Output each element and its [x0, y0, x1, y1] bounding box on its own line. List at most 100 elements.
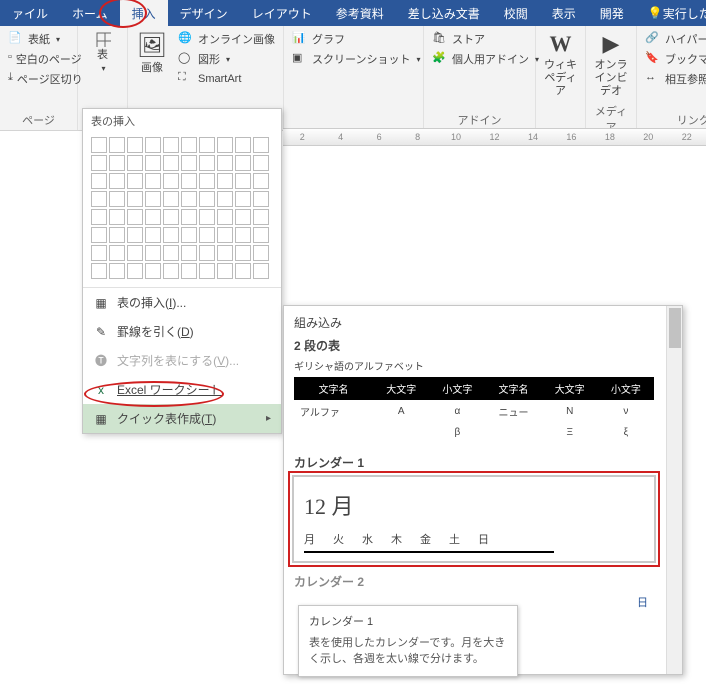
grid-cell[interactable]	[199, 263, 215, 279]
grid-cell[interactable]	[109, 155, 125, 171]
greek-preview-table[interactable]: 文字名 大文字 小文字 文字名 大文字 小文字 アルファ A α ニュー N ν…	[294, 377, 654, 442]
online-image-button[interactable]: 🌐オンライン画像	[174, 29, 279, 49]
grid-cell[interactable]	[91, 245, 107, 261]
grid-cell[interactable]	[163, 191, 179, 207]
tab-mailings[interactable]: 差し込み文書	[396, 0, 492, 26]
grid-cell[interactable]	[109, 263, 125, 279]
blank-page-button[interactable]: ▫空白のページ	[4, 49, 73, 69]
grid-cell[interactable]	[235, 209, 251, 225]
grid-cell[interactable]	[127, 155, 143, 171]
grid-cell[interactable]	[235, 245, 251, 261]
grid-cell[interactable]	[181, 227, 197, 243]
menu-draw-table[interactable]: ✎罫線を引く(D)	[83, 317, 281, 346]
grid-cell[interactable]	[91, 191, 107, 207]
scrollbar-thumb[interactable]	[669, 308, 681, 348]
grid-cell[interactable]	[145, 209, 161, 225]
grid-cell[interactable]	[163, 155, 179, 171]
grid-cell[interactable]	[145, 191, 161, 207]
calendar1-label[interactable]: カレンダー 1	[288, 450, 660, 475]
grid-cell[interactable]	[163, 173, 179, 189]
grid-cell[interactable]	[91, 227, 107, 243]
grid-cell[interactable]	[235, 155, 251, 171]
grid-cell[interactable]	[163, 245, 179, 261]
grid-cell[interactable]	[217, 173, 233, 189]
tab-layout[interactable]: レイアウト	[240, 0, 324, 26]
grid-cell[interactable]	[235, 227, 251, 243]
grid-cell[interactable]	[217, 245, 233, 261]
grid-cell[interactable]	[127, 227, 143, 243]
calendar1-preview[interactable]: 12 月 月 火 水 木 金 土 日	[292, 475, 656, 563]
tab-references[interactable]: 参考資料	[324, 0, 396, 26]
grid-cell[interactable]	[181, 263, 197, 279]
grid-cell[interactable]	[217, 137, 233, 153]
grid-cell[interactable]	[217, 155, 233, 171]
tab-file[interactable]: ァイル	[0, 0, 60, 26]
wikipedia-button[interactable]: W ウィキペディア	[540, 29, 581, 101]
grid-cell[interactable]	[127, 209, 143, 225]
grid-cell[interactable]	[199, 173, 215, 189]
hyperlink-button[interactable]: 🔗ハイパーリンク	[641, 29, 706, 49]
screenshot-button[interactable]: ▣スクリーンショット▾	[288, 49, 424, 69]
tab-view[interactable]: 表示	[540, 0, 588, 26]
grid-cell[interactable]	[199, 227, 215, 243]
grid-cell[interactable]	[163, 209, 179, 225]
grid-cell[interactable]	[145, 227, 161, 243]
table-size-grid[interactable]	[83, 133, 281, 287]
grid-cell[interactable]	[199, 209, 215, 225]
grid-cell[interactable]	[253, 155, 269, 171]
crossref-button[interactable]: ↔相互参照	[641, 69, 706, 89]
grid-cell[interactable]	[217, 227, 233, 243]
grid-cell[interactable]	[235, 263, 251, 279]
grid-cell[interactable]	[91, 155, 107, 171]
grid-cell[interactable]	[217, 263, 233, 279]
grid-cell[interactable]	[91, 263, 107, 279]
smartart-button[interactable]: ⛶SmartArt	[174, 69, 279, 89]
grid-cell[interactable]	[253, 245, 269, 261]
menu-excel[interactable]: xExcel ワークシート	[83, 375, 281, 404]
grid-cell[interactable]	[91, 137, 107, 153]
double-table-label[interactable]: 2 段の表	[288, 333, 660, 358]
grid-cell[interactable]	[127, 245, 143, 261]
grid-cell[interactable]	[181, 245, 197, 261]
grid-cell[interactable]	[199, 191, 215, 207]
grid-cell[interactable]	[253, 173, 269, 189]
grid-cell[interactable]	[145, 137, 161, 153]
grid-cell[interactable]	[145, 263, 161, 279]
grid-cell[interactable]	[253, 209, 269, 225]
tab-developer[interactable]: 開発	[588, 0, 636, 26]
grid-cell[interactable]	[127, 191, 143, 207]
grid-cell[interactable]	[109, 173, 125, 189]
tab-review[interactable]: 校閲	[492, 0, 540, 26]
grid-cell[interactable]	[217, 191, 233, 207]
grid-cell[interactable]	[127, 263, 143, 279]
grid-cell[interactable]	[145, 155, 161, 171]
calendar2-label[interactable]: カレンダー 2	[288, 569, 660, 594]
grid-cell[interactable]	[199, 137, 215, 153]
grid-cell[interactable]	[145, 245, 161, 261]
tab-home[interactable]: ホーム	[60, 0, 120, 26]
grid-cell[interactable]	[109, 227, 125, 243]
grid-cell[interactable]	[145, 173, 161, 189]
store-button[interactable]: 🛍ストア	[428, 29, 543, 49]
table-button[interactable]: 表▾	[82, 29, 123, 75]
grid-cell[interactable]	[127, 137, 143, 153]
tab-tellme[interactable]: 💡 実行したい	[636, 0, 706, 26]
grid-cell[interactable]	[253, 263, 269, 279]
grid-cell[interactable]	[199, 155, 215, 171]
grid-cell[interactable]	[217, 209, 233, 225]
grid-cell[interactable]	[235, 137, 251, 153]
grid-cell[interactable]	[163, 227, 179, 243]
menu-quick-tables[interactable]: ▦クイック表作成(T)▸	[83, 404, 281, 433]
chart-button[interactable]: 📊グラフ	[288, 29, 424, 49]
grid-cell[interactable]	[253, 191, 269, 207]
cover-page-button[interactable]: 📄表紙▾	[4, 29, 73, 49]
grid-cell[interactable]	[199, 245, 215, 261]
grid-cell[interactable]	[253, 137, 269, 153]
grid-cell[interactable]	[109, 191, 125, 207]
online-video-button[interactable]: ▶ オンラインビデオ	[590, 29, 632, 101]
myaddins-button[interactable]: 🧩個人用アドイン▾	[428, 49, 543, 69]
grid-cell[interactable]	[91, 173, 107, 189]
grid-cell[interactable]	[163, 263, 179, 279]
grid-cell[interactable]	[109, 245, 125, 261]
shapes-button[interactable]: ◯図形▾	[174, 49, 279, 69]
